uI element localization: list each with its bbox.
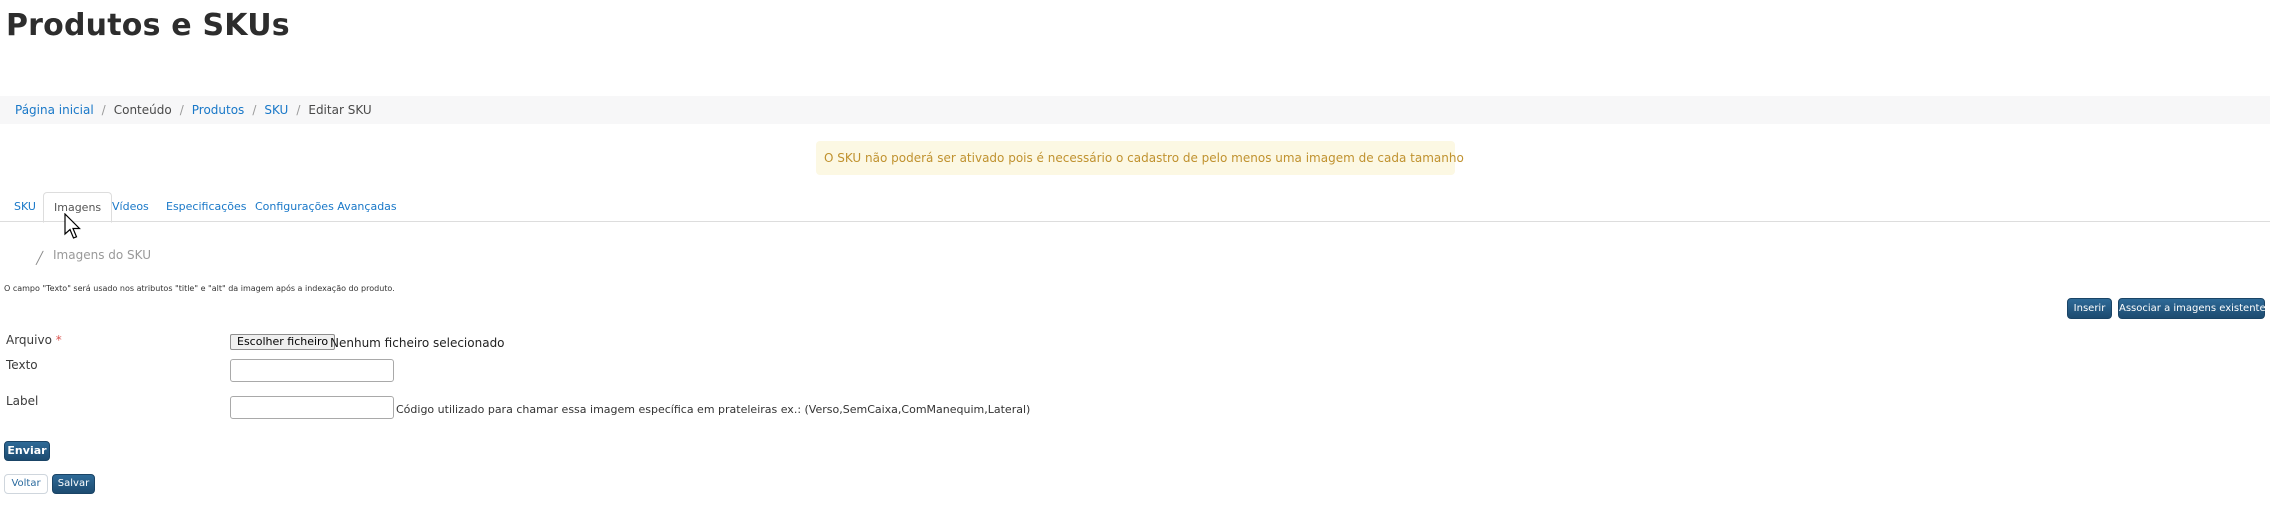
warning-alert: O SKU não poderá ser ativado pois é nece… — [816, 141, 1464, 175]
section-title: Imagens do SKU — [53, 248, 151, 262]
tab-configuracoes-avancadas[interactable]: Configurações Avançadas — [255, 192, 397, 222]
breadcrumb-home-link[interactable]: Página inicial — [15, 103, 94, 117]
text-input[interactable] — [230, 359, 394, 382]
file-label: Arquivo * — [6, 333, 62, 347]
mouse-cursor-icon — [64, 213, 81, 239]
choose-file-button[interactable]: Escolher ficheiro — [230, 334, 336, 350]
label-help-text: Código utilizado para chamar essa imagem… — [396, 403, 1031, 416]
breadcrumb-separator: / — [179, 103, 184, 117]
tab-especificacoes[interactable]: Especificações — [166, 192, 247, 222]
insert-button[interactable]: Inserir — [2067, 298, 2112, 319]
file-status: Nenhum ficheiro selecionado — [330, 336, 505, 350]
page-title: Produtos e SKUs — [6, 8, 290, 43]
tab-videos[interactable]: Vídeos — [112, 192, 149, 222]
breadcrumb-sku-link[interactable]: SKU — [264, 103, 288, 117]
tab-sku[interactable]: SKU — [14, 192, 36, 222]
image-icon: ╱ — [36, 251, 44, 265]
breadcrumb-separator: / — [101, 103, 106, 117]
file-label-text: Arquivo — [6, 333, 52, 347]
back-button[interactable]: Voltar — [4, 474, 48, 494]
required-mark: * — [55, 333, 62, 347]
text-label: Texto — [6, 358, 38, 372]
label-label: Label — [6, 394, 39, 408]
send-button[interactable]: Enviar — [4, 441, 50, 461]
breadcrumb-separator: / — [296, 103, 301, 117]
label-input[interactable] — [230, 396, 394, 419]
tabs-divider — [0, 221, 2270, 222]
breadcrumb-products-link[interactable]: Produtos — [192, 103, 245, 117]
text-field-hint: O campo "Texto" será usado nos atributos… — [4, 284, 395, 293]
associate-existing-images-button[interactable]: Associar a imagens existentes — [2118, 298, 2270, 319]
save-button[interactable]: Salvar — [52, 474, 95, 494]
breadcrumb: Página inicial / Conteúdo / Produtos / SKU / Edi… — [15, 103, 372, 117]
breadcrumb-separator: / — [252, 103, 257, 117]
breadcrumb-content: Conteúdo — [113, 103, 172, 117]
breadcrumb-current: Editar SKU — [308, 103, 372, 117]
